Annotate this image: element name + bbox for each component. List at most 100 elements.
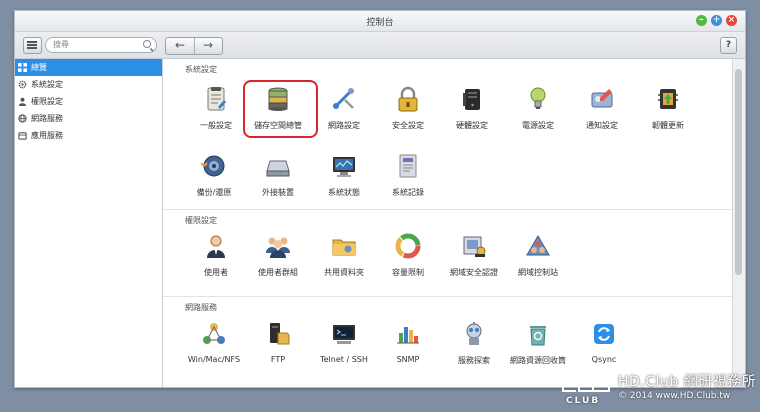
external-device-icon — [266, 160, 290, 177]
app-backup-restore[interactable]: 備份/還原 — [181, 153, 247, 198]
watermark-copyright: © 2014 www.HD.Club.tw — [618, 391, 731, 401]
sidebar-item-label: 應用服務 — [31, 131, 63, 140]
search-icon — [143, 40, 151, 48]
sidebar-item-overview[interactable]: 總覽 — [15, 59, 162, 76]
sidebar-item-system-settings[interactable]: 系統設定 — [15, 76, 162, 93]
app-label: 網路資源回收筒 — [510, 356, 566, 365]
toolbar: 搜尋 ← → ? — [15, 32, 745, 59]
app-telnet-ssh[interactable]: Telnet / SSH — [311, 321, 377, 364]
hardware-icon — [463, 89, 480, 110]
network-settings-icon — [333, 88, 354, 109]
scrollbar[interactable] — [732, 59, 745, 387]
sidebar-item-privilege[interactable]: 權限設定 — [15, 93, 162, 110]
app-firmware-update[interactable]: 韌體更新 — [635, 86, 701, 131]
forward-button[interactable]: → — [194, 38, 222, 54]
terminal-icon — [333, 325, 355, 344]
app-quota[interactable]: 容量限制 — [375, 233, 441, 278]
app-label: Telnet / SSH — [320, 355, 368, 364]
general-settings-icon — [207, 87, 226, 111]
app-label: 儲存空間總管 — [254, 121, 302, 130]
section-privilege-settings: 權限設定 使用者 使用者群組 共用資料夾 容量限制 網域安全認證 網域控制站 — [163, 209, 733, 296]
user-icon — [18, 97, 27, 106]
app-label: 安全設定 — [392, 121, 424, 130]
network-recycle-bin-icon — [530, 326, 546, 346]
app-label: 硬體設定 — [456, 121, 488, 130]
watermark: CLUB HD.Club 網研視務所 © 2014 www.HD.Club.tw — [560, 366, 760, 412]
app-shared-folders[interactable]: 共用資料夾 — [311, 233, 377, 278]
app-win-mac-nfs[interactable]: Win/Mac/NFS — [181, 321, 247, 364]
backup-restore-icon — [200, 155, 225, 177]
app-label: 使用者 — [204, 268, 228, 277]
app-label: 網域控制站 — [518, 268, 558, 277]
domain-security-icon — [463, 236, 486, 257]
app-snmp[interactable]: SNMP — [375, 321, 441, 364]
app-domain-controller[interactable]: 網域控制站 — [505, 233, 571, 278]
app-label: FTP — [270, 355, 286, 364]
power-bulb-icon — [530, 87, 546, 109]
sidebar-item-network-services[interactable]: 網路服務 — [15, 110, 162, 127]
app-power-settings[interactable]: 電源設定 — [505, 86, 571, 131]
close-button[interactable]: × — [726, 15, 737, 26]
app-label: 容量限制 — [392, 268, 424, 277]
snmp-chart-icon — [397, 327, 419, 344]
back-button[interactable]: ← — [166, 38, 195, 54]
app-network-settings[interactable]: 網路設定 — [311, 86, 377, 131]
app-users[interactable]: 使用者 — [183, 233, 249, 278]
sidebar-item-label: 網路服務 — [31, 114, 63, 123]
app-qsync[interactable]: Qsync — [571, 321, 637, 364]
overview-grid-icon — [18, 63, 27, 72]
win-mac-nfs-icon — [203, 323, 225, 344]
apps-icon — [18, 132, 27, 140]
app-label: 電源設定 — [522, 121, 554, 130]
app-security-settings[interactable]: 安全設定 — [375, 86, 441, 131]
app-label: 韌體更新 — [652, 121, 684, 130]
app-label: 網域安全認證 — [450, 268, 498, 277]
search-input[interactable]: 搜尋 — [45, 37, 157, 53]
gear-icon — [18, 80, 27, 89]
help-button[interactable]: ? — [720, 37, 737, 54]
quota-icon — [395, 233, 421, 259]
app-network-recycle-bin[interactable]: 網路資源回收筒 — [505, 321, 571, 366]
app-label: Qsync — [591, 355, 617, 364]
title-bar: 控制台 – + × — [15, 11, 745, 32]
app-hardware-settings[interactable]: 硬體設定 — [439, 86, 505, 131]
app-label: 通知設定 — [586, 121, 618, 130]
app-notification-settings[interactable]: 通知設定 — [569, 86, 635, 131]
app-label: 服務探索 — [458, 356, 490, 365]
app-system-status[interactable]: 系統狀態 — [311, 153, 377, 198]
app-label: Win/Mac/NFS — [187, 355, 241, 364]
watermark-logo-text: CLUB — [566, 396, 601, 406]
app-general-settings[interactable]: 一般設定 — [183, 86, 249, 131]
app-label: 一般設定 — [200, 121, 232, 130]
app-storage-manager[interactable]: 儲存空間總管 — [245, 86, 311, 131]
ftp-icon — [270, 323, 290, 345]
domain-controller-icon — [526, 235, 550, 256]
service-discovery-icon — [466, 322, 482, 345]
notification-icon — [591, 89, 613, 108]
user-icon — [207, 235, 225, 258]
window-title: 控制台 — [366, 18, 394, 28]
sidebar-item-applications[interactable]: 應用服務 — [15, 127, 162, 144]
app-external-device[interactable]: 外接裝置 — [245, 153, 311, 198]
app-ftp[interactable]: FTP — [245, 321, 311, 364]
menu-icon — [27, 41, 37, 43]
app-system-log[interactable]: 系統記錄 — [375, 153, 441, 198]
minimize-button[interactable]: – — [696, 15, 707, 26]
hdclub-logo — [560, 370, 612, 398]
system-status-icon — [333, 157, 355, 177]
sidebar-item-label: 系統設定 — [31, 80, 63, 89]
navigation-buttons: ← → — [165, 37, 223, 55]
sidebar: 總覽 系統設定 權限設定 網路服務 應用服務 — [15, 59, 163, 387]
section-title: 權限設定 — [185, 216, 217, 225]
app-user-groups[interactable]: 使用者群組 — [245, 233, 311, 278]
qsync-icon — [594, 324, 614, 344]
app-domain-security[interactable]: 網域安全認證 — [441, 233, 507, 278]
menu-button[interactable] — [23, 37, 42, 54]
firmware-update-icon — [658, 89, 678, 109]
app-service-discovery[interactable]: 服務探索 — [441, 321, 507, 366]
sidebar-item-label: 權限設定 — [31, 97, 63, 106]
scrollbar-thumb[interactable] — [735, 69, 742, 275]
control-panel-window: 控制台 – + × 搜尋 ← → ? 總覽 系統設定 權限設定 網路服務 應用服… — [14, 10, 746, 388]
user-group-icon — [266, 237, 290, 258]
maximize-button[interactable]: + — [711, 15, 722, 26]
